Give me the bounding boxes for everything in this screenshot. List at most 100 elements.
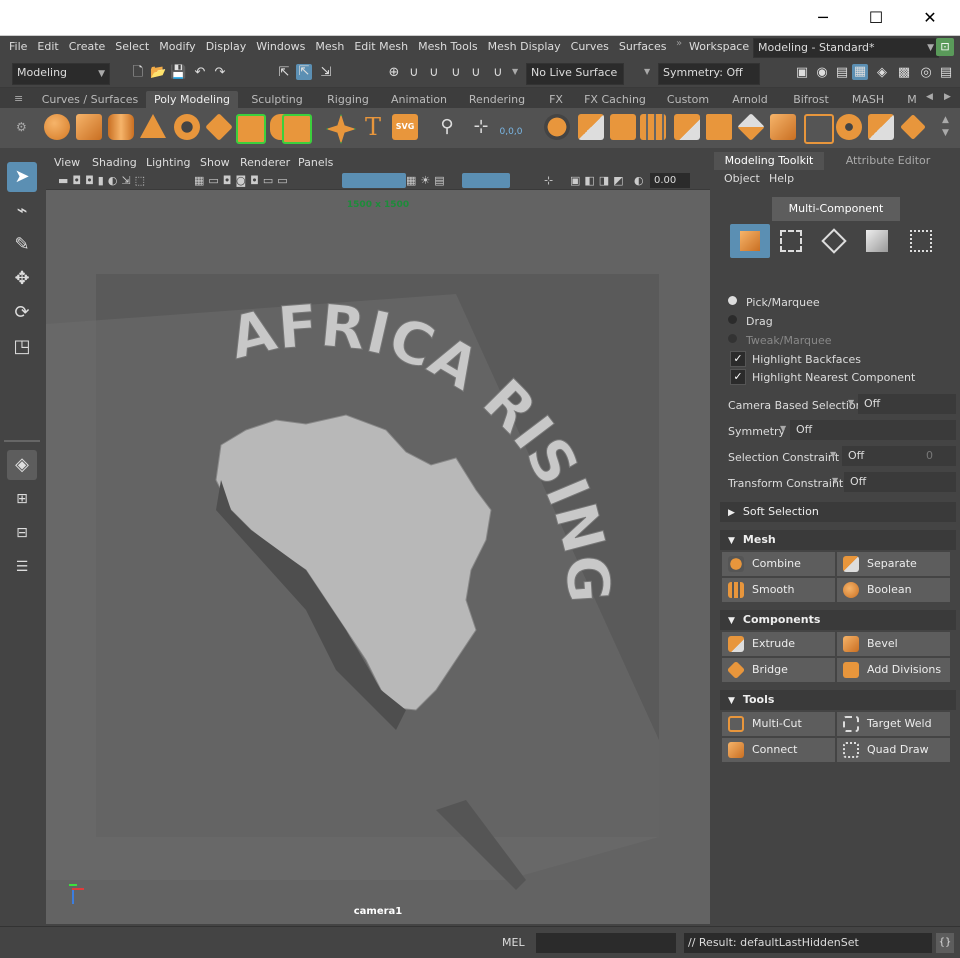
quad-draw-button[interactable]: Quad Draw xyxy=(837,738,950,762)
viewport-menu-show[interactable]: Show xyxy=(200,156,230,169)
chevron-down-icon[interactable]: ▼ xyxy=(848,398,854,407)
multi-cut-icon[interactable] xyxy=(804,114,834,144)
poly-pyramid-icon[interactable] xyxy=(282,114,312,144)
render-current-icon[interactable]: ◉ xyxy=(814,65,830,81)
lighting-icons[interactable]: ▦☀▤ xyxy=(406,174,449,187)
render-view-icon[interactable]: ▣ xyxy=(794,65,810,81)
fill-hole-icon[interactable] xyxy=(868,114,894,140)
selection-constraint-number[interactable]: 0 xyxy=(920,446,956,466)
mesh-section-header[interactable]: ▼ Mesh xyxy=(720,530,956,550)
undo-icon[interactable]: ↶ xyxy=(192,65,208,81)
snap-view-icon[interactable]: ∪ xyxy=(448,65,464,81)
snap-point-icon[interactable]: ∪ xyxy=(426,65,442,81)
boolean-button[interactable]: Boolean xyxy=(837,578,950,602)
tab-fx-caching[interactable]: FX Caching xyxy=(580,91,650,108)
modeling-toolkit-icon[interactable]: ▩ xyxy=(896,65,912,81)
chevron-down-icon[interactable]: ▼ xyxy=(832,476,838,485)
tab-sculpting[interactable]: Sculpting xyxy=(244,91,310,108)
separate-icon[interactable] xyxy=(578,114,604,140)
extrude-button[interactable]: Extrude xyxy=(722,632,835,656)
symmetry-panel-field[interactable]: Off xyxy=(790,420,956,440)
tab-rigging[interactable]: Rigging xyxy=(318,91,378,108)
snap-vertex-icon[interactable]: ∪ xyxy=(490,65,506,81)
scale-tool-icon[interactable]: ◳ xyxy=(7,332,37,362)
attribute-editor-icon[interactable]: ◎ xyxy=(918,65,934,81)
bridge-icon[interactable] xyxy=(706,114,732,140)
menu-surfaces[interactable]: Surfaces xyxy=(614,38,672,56)
viewport-menu-panels[interactable]: Panels xyxy=(298,156,333,169)
chevron-down-icon[interactable]: ▼ xyxy=(830,450,836,459)
live-surface-field[interactable]: No Live Surface xyxy=(526,63,624,85)
hypershade-icon[interactable]: ◈ xyxy=(874,65,890,81)
tab-attribute-editor[interactable]: Attribute Editor xyxy=(828,152,948,170)
scroll-left-icon[interactable]: ◀ xyxy=(926,92,933,102)
render-settings-icon[interactable]: ▦ xyxy=(852,64,868,80)
mel-label[interactable]: MEL xyxy=(502,936,525,949)
camera-tools-icons[interactable]: ▬◘◘▮◐⇲⬚ xyxy=(58,174,149,187)
maximize-button[interactable]: ☐ xyxy=(853,0,899,36)
channel-box-icon[interactable]: ▤ xyxy=(938,65,954,81)
multi-component-button[interactable]: Multi-Component xyxy=(772,197,900,221)
add-divisions-button[interactable]: Add Divisions xyxy=(837,658,950,682)
viewport-menu-shading[interactable]: Shading xyxy=(92,156,137,169)
shelf-scroll-icon[interactable]: ▲ ▼ xyxy=(942,114,949,140)
select-object-icon[interactable]: ⇱ xyxy=(296,64,312,80)
super-shape-icon[interactable] xyxy=(326,114,356,144)
tab-modeling-toolkit[interactable]: Modeling Toolkit xyxy=(714,152,824,170)
snap-curve-icon[interactable]: ∪ xyxy=(406,65,422,81)
viewport-canvas[interactable]: 1500 x 1500 AFRICA RISING camera1 xyxy=(46,190,710,924)
smooth-button[interactable]: Smooth xyxy=(722,578,835,602)
extrude-icon[interactable] xyxy=(674,114,700,140)
menu-select[interactable]: Select xyxy=(110,38,154,56)
smooth-icon[interactable] xyxy=(610,114,636,140)
minimize-button[interactable]: ─ xyxy=(800,0,846,36)
tab-animation[interactable]: Animation xyxy=(384,91,454,108)
tab-bifrost[interactable]: Bifrost xyxy=(786,91,836,108)
viewport-menu-view[interactable]: View xyxy=(54,156,80,169)
multi-cut-button[interactable]: Multi-Cut xyxy=(722,712,835,736)
combine-button[interactable]: Combine xyxy=(722,552,835,576)
tab-fx[interactable]: FX xyxy=(542,91,570,108)
bevel-button[interactable]: Bevel xyxy=(837,632,950,656)
type-tool-icon[interactable]: ⊹ xyxy=(468,114,494,140)
object-mode-button[interactable] xyxy=(730,224,770,258)
separate-button[interactable]: Separate xyxy=(837,552,950,576)
open-scene-icon[interactable]: 📂 xyxy=(150,65,166,81)
script-editor-icon[interactable]: {} xyxy=(936,933,954,953)
menu-windows[interactable]: Windows xyxy=(251,38,310,56)
transform-constraint-field[interactable]: Off xyxy=(844,472,956,492)
scroll-right-icon[interactable]: ▶ xyxy=(944,92,951,102)
poly-disc-icon[interactable] xyxy=(236,114,266,144)
exposure-field[interactable]: 0.00 xyxy=(650,173,690,188)
four-view-layout-icon[interactable]: ⊞ xyxy=(7,484,37,514)
highlight-backfaces-checkbox[interactable]: ✓ xyxy=(730,351,746,367)
select-tool-icon[interactable]: ➤ xyxy=(7,162,37,192)
lasso-tool-icon[interactable]: ⌁ xyxy=(7,196,37,226)
selection-constraint-field[interactable]: Off xyxy=(842,446,924,466)
menu-mesh[interactable]: Mesh xyxy=(310,38,349,56)
ipr-render-icon[interactable]: ▤ xyxy=(834,65,850,81)
vertex-mode-icon[interactable] xyxy=(780,230,802,252)
uv-editor-icon[interactable] xyxy=(900,114,926,140)
shelf-menu-icon[interactable]: ≡ xyxy=(14,92,23,105)
menu-mesh-tools[interactable]: Mesh Tools xyxy=(413,38,483,56)
tab-more[interactable]: M xyxy=(904,91,920,108)
two-view-layout-icon[interactable]: ⊟ xyxy=(7,518,37,548)
shading-mode-icons[interactable] xyxy=(342,173,406,188)
menu-mesh-display[interactable]: Mesh Display xyxy=(483,38,566,56)
target-weld-icon[interactable] xyxy=(836,114,862,140)
soft-selection-section[interactable]: ▶ Soft Selection xyxy=(720,502,956,522)
components-section-header[interactable]: ▼ Components xyxy=(720,610,956,630)
tab-poly-modeling[interactable]: Poly Modeling xyxy=(146,91,238,108)
poly-torus-icon[interactable] xyxy=(174,114,200,140)
menu-set-dropdown[interactable]: Modeling ▼ xyxy=(12,63,110,85)
viewport-menu-renderer[interactable]: Renderer xyxy=(240,156,290,169)
target-weld-button[interactable]: Target Weld xyxy=(837,712,950,736)
viewport-panel[interactable]: View Shading Lighting Show Renderer Pane… xyxy=(46,154,710,924)
command-input[interactable] xyxy=(536,933,676,953)
viewport-menu-lighting[interactable]: Lighting xyxy=(146,156,190,169)
menu-curves[interactable]: Curves xyxy=(566,38,614,56)
menu-edit-mesh[interactable]: Edit Mesh xyxy=(349,38,413,56)
move-tool-icon[interactable]: ✥ xyxy=(7,264,37,294)
poly-sphere-icon[interactable] xyxy=(44,114,70,140)
